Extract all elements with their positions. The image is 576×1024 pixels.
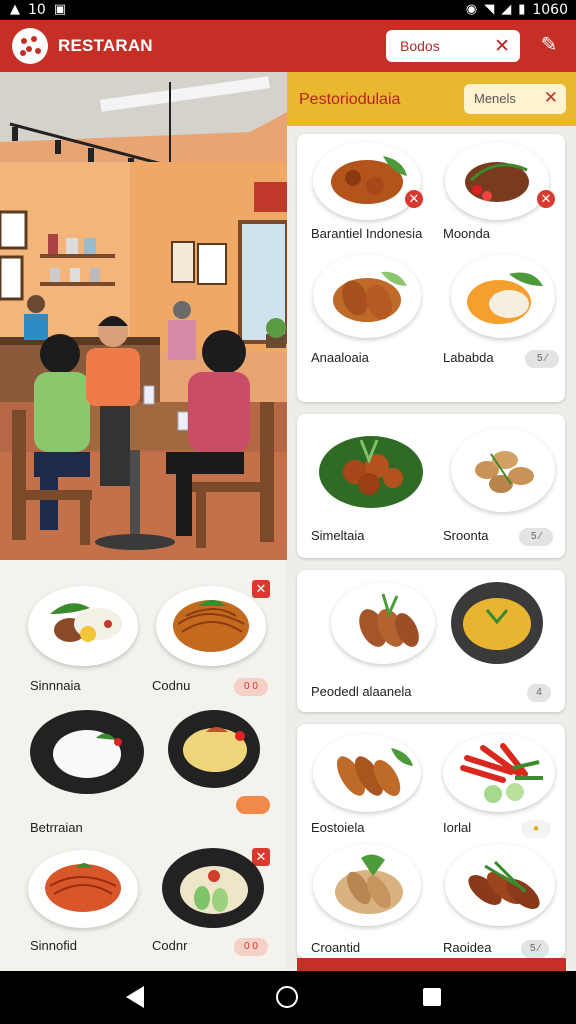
menu-item[interactable]: Peodedl alaanela	[309, 576, 439, 699]
restaurant-illustration	[0, 72, 287, 560]
close-icon[interactable]: ✕	[494, 35, 510, 58]
menu-item-label: Lababda	[443, 350, 494, 365]
food-image	[468, 860, 540, 909]
food-image	[173, 600, 249, 652]
food-card[interactable]: Sinnofid	[20, 846, 150, 966]
menu-card: Simeltaia Sroonta 5 ⁄	[297, 414, 565, 558]
menu-item-badge: 5 ⁄	[521, 940, 549, 958]
menu-item-label: Sroonta	[443, 528, 489, 543]
menu-item[interactable]: 4	[441, 576, 571, 702]
close-icon[interactable]: ✕	[252, 580, 270, 598]
menu-item-label: Peodedl alaanela	[311, 684, 412, 699]
back-icon[interactable]	[126, 986, 144, 1008]
edit-icon[interactable]: ✎	[536, 32, 562, 58]
left-pane: Sinnnaia ✕ Codnu 0 0 Betrraian Sinnofid …	[0, 72, 287, 971]
status-bar: ▲ 10 ▣ ◉ ◥ ◢ ▮ 1060	[0, 0, 576, 20]
food-image	[319, 436, 423, 508]
app-title: RESTARAN	[58, 36, 153, 55]
food-card[interactable]: ✕ Codnr 0 0	[152, 846, 282, 966]
search-button[interactable]: Bodos ✕	[386, 30, 520, 62]
menu-item-label: Moonda	[443, 226, 490, 241]
food-label: Sinnofid	[30, 938, 77, 953]
wifi-icon: ◥	[484, 2, 495, 17]
menu-item[interactable]: Iorlal ●	[441, 730, 571, 850]
menu-item[interactable]: ✕ Moonda	[441, 138, 571, 258]
food-badge: 0 0	[234, 938, 268, 956]
notification-icon: ▣	[53, 2, 67, 17]
food-card[interactable]: Sinnnaia	[20, 578, 150, 698]
food-image	[475, 451, 534, 493]
food-image	[335, 854, 403, 914]
food-image	[460, 743, 543, 803]
food-badge: 0 0	[234, 678, 268, 696]
menu-item-label: Simeltaia	[311, 528, 365, 543]
search-label: Bodos	[400, 38, 440, 54]
menu-card: Peodedl alaanela 4	[297, 570, 565, 712]
food-image	[465, 162, 529, 202]
left-food-grid: Sinnnaia ✕ Codnu 0 0 Betrraian Sinnofid …	[0, 560, 287, 971]
menu-card: ✕ Barantiel Indonesia ✕ Moonda Anaaloaia…	[297, 134, 565, 402]
food-image	[463, 598, 531, 650]
right-header: Pestoriodulaia Menels ✕	[287, 72, 576, 126]
food-image	[333, 271, 407, 322]
menu-item-label: Iorlal	[443, 820, 472, 835]
food-label: Codnr	[152, 938, 188, 953]
logo-icon[interactable]	[12, 28, 48, 64]
food-image	[180, 866, 248, 914]
app-bar: RESTARAN Bodos ✕ ✎	[0, 20, 576, 72]
food-image	[53, 730, 122, 778]
menu-item-label: Eostoiela	[311, 820, 365, 835]
menu-item-badge: 5 ⁄	[525, 350, 559, 368]
menu-item[interactable]: Eostoiela	[309, 730, 439, 850]
food-image	[45, 863, 121, 912]
warning-icon: ▲	[10, 2, 20, 17]
food-image	[183, 727, 247, 772]
status-dot-icon: ●	[521, 820, 551, 838]
menu-item-badge: 4	[527, 684, 551, 702]
food-card[interactable]	[158, 710, 288, 830]
menu-item[interactable]: Anaaloaia	[309, 254, 439, 374]
battery-icon: ▮	[518, 2, 526, 17]
signal-icon: ◢	[501, 2, 512, 17]
menu-item[interactable]: Raoidea 5 ⁄	[441, 840, 571, 960]
food-image	[331, 156, 407, 204]
food-image	[359, 593, 419, 647]
menu-item[interactable]: Lababda 5 ⁄	[441, 254, 571, 374]
close-icon[interactable]: ✕	[537, 190, 555, 208]
menu-item-label: Anaaloaia	[311, 350, 369, 365]
right-pane: Pestoriodulaia Menels ✕ ✕ Barantiel Indo…	[287, 72, 576, 971]
food-label: Betrraian	[30, 820, 83, 835]
close-icon[interactable]: ✕	[544, 88, 558, 108]
recents-icon[interactable]	[423, 988, 441, 1006]
battery-level: 1060	[532, 2, 568, 18]
menu-item[interactable]: ✕ Barantiel Indonesia	[309, 138, 439, 258]
menus-button[interactable]: Menels ✕	[464, 84, 566, 114]
food-image	[337, 748, 413, 797]
food-label: Sinnnaia	[30, 678, 81, 693]
food-badge	[236, 796, 270, 814]
food-label: Codnu	[152, 678, 191, 693]
food-card[interactable]: Betrraian	[20, 710, 150, 835]
status-time: 10	[28, 2, 46, 18]
menu-item[interactable]: Simeltaia	[309, 422, 439, 543]
sync-icon: ◉	[465, 2, 478, 17]
close-icon[interactable]: ✕	[405, 190, 423, 208]
footer-strip	[297, 958, 566, 971]
menu-item[interactable]: Sroonta 5 ⁄	[441, 422, 571, 546]
menu-item-label: Croantid	[311, 940, 361, 955]
section-title: Pestoriodulaia	[299, 91, 401, 108]
menu-item-badge: 5 ⁄	[519, 528, 553, 546]
app-screen: ▲ 10 ▣ ◉ ◥ ◢ ▮ 1060 RESTARAN Bodos ✕ ✎ S…	[0, 0, 576, 1024]
menu-item-label: Barantiel Indonesia	[311, 226, 423, 241]
food-image	[467, 272, 543, 324]
menus-label: Menels	[474, 91, 516, 106]
menu-item-label: Raoidea	[443, 940, 492, 955]
food-card[interactable]: ✕ Codnu 0 0	[152, 578, 282, 698]
menu-card: Eostoiela Iorlal ● Croantid Raoidea 5 ⁄	[297, 724, 565, 958]
menu-item[interactable]: Croantid	[309, 840, 439, 960]
food-image	[50, 603, 122, 642]
home-icon[interactable]	[276, 986, 298, 1008]
system-nav-bar	[0, 971, 576, 1024]
